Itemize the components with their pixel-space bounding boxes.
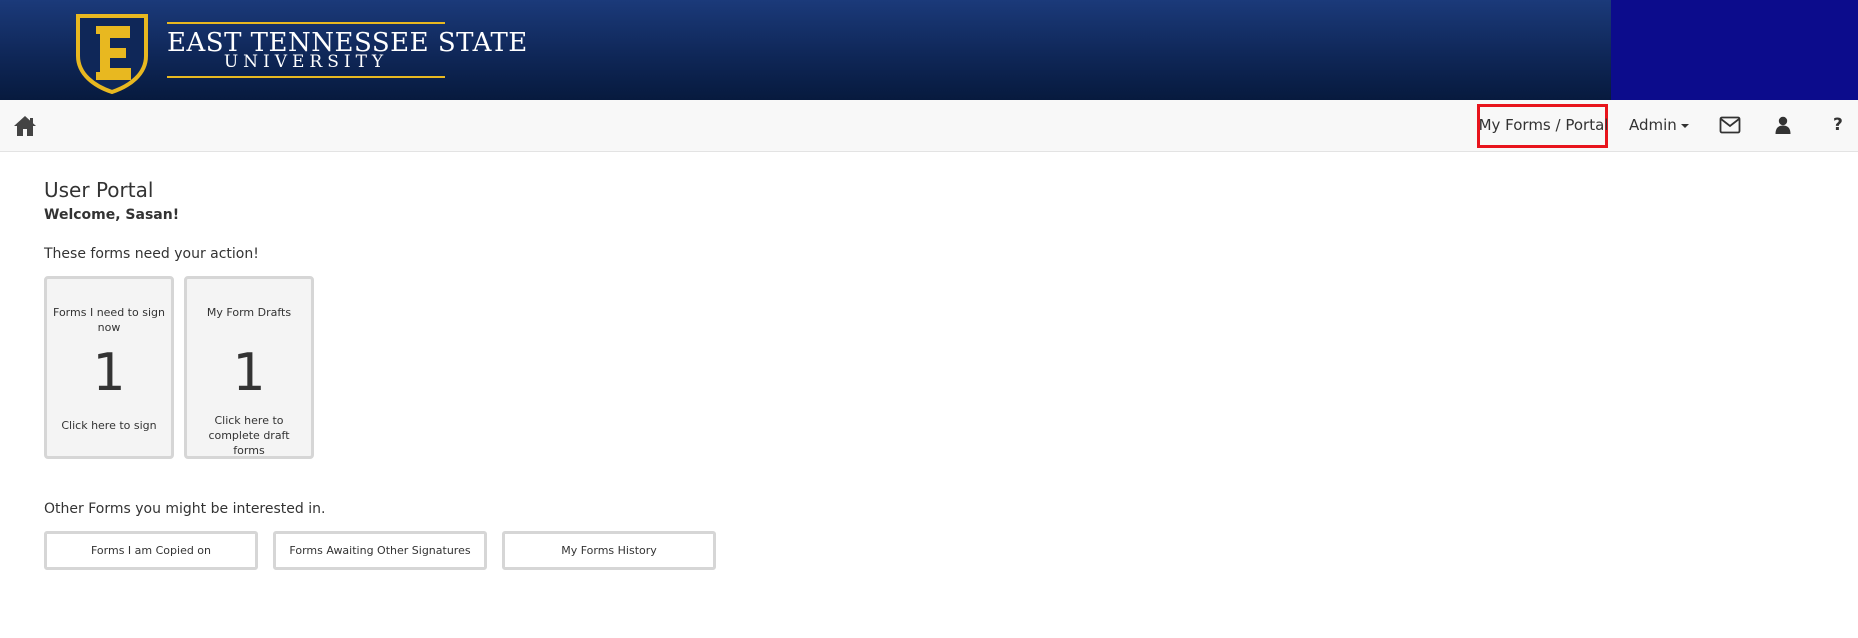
page-title: User Portal bbox=[44, 178, 154, 202]
home-icon[interactable] bbox=[13, 115, 37, 137]
logo-line2: UNIVERSITY bbox=[223, 52, 389, 72]
tile-title: My Form Drafts bbox=[206, 306, 292, 319]
forms-history-button[interactable]: My Forms History bbox=[502, 531, 716, 570]
logo-rule-bottom bbox=[167, 76, 445, 78]
nav-my-forms-portal[interactable]: My Forms / Portal bbox=[1477, 100, 1610, 151]
help-icon[interactable]: ? bbox=[1833, 100, 1843, 151]
user-icon[interactable] bbox=[1775, 116, 1791, 134]
welcome-message: Welcome, Sasan! bbox=[44, 207, 180, 223]
logo-wordmark: EAST TENNESSEE STATE UNIVERSITY bbox=[167, 20, 527, 80]
tile-link[interactable]: Click here to complete draft forms bbox=[193, 413, 305, 458]
top-navbar: My Forms / Portal Admin ? bbox=[0, 100, 1858, 152]
tile-form-drafts[interactable]: My Form Drafts 1 Click here to complete … bbox=[184, 276, 314, 459]
tile-title: Forms I need to sign now bbox=[53, 306, 165, 334]
caret-down-icon bbox=[1680, 123, 1689, 128]
tile-forms-to-sign[interactable]: Forms I need to sign now 1 Click here to… bbox=[44, 276, 174, 459]
tile-count: 1 bbox=[92, 343, 126, 403]
tile-count: 1 bbox=[232, 343, 266, 403]
logo-rule-top bbox=[167, 22, 445, 24]
forms-awaiting-signatures-button[interactable]: Forms Awaiting Other Signatures bbox=[273, 531, 487, 570]
need-action-heading: These forms need your action! bbox=[44, 246, 259, 262]
logo-letter: E bbox=[112, 12, 113, 13]
banner-right-panel bbox=[1611, 0, 1858, 100]
etsu-shield-logo: E bbox=[76, 12, 148, 94]
other-forms-heading: Other Forms you might be interested in. bbox=[44, 501, 326, 517]
nav-admin-label: Admin bbox=[1629, 116, 1677, 134]
tile-link[interactable]: Click here to sign bbox=[53, 418, 165, 433]
header-banner: E EAST TENNESSEE STATE UNIVERSITY bbox=[0, 0, 1858, 100]
forms-copied-on-button[interactable]: Forms I am Copied on bbox=[44, 531, 258, 570]
nav-admin-dropdown[interactable]: Admin bbox=[1629, 100, 1689, 151]
envelope-icon[interactable] bbox=[1719, 116, 1741, 134]
